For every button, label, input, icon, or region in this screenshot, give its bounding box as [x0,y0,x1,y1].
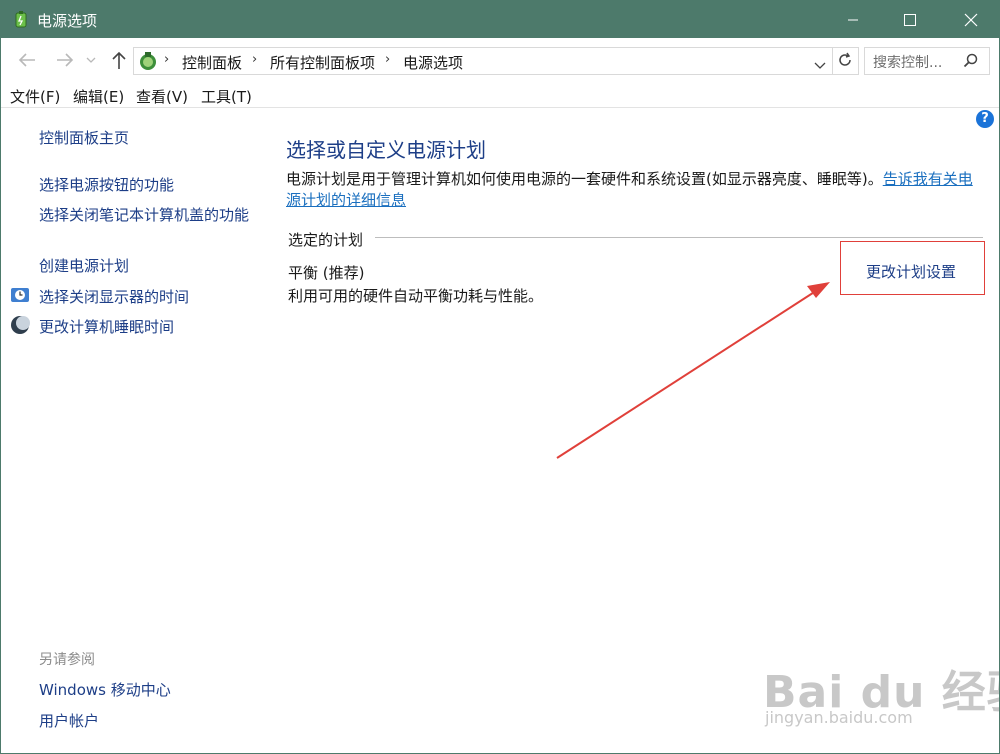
annotation-arrow [556,282,830,459]
watermark-url: jingyan.baidu.com [765,708,913,727]
power-options-window: 电源选项 › 控制面板 › 所有控制面板项 › 电源选项 搜索控制... 文件(… [0,0,1000,754]
